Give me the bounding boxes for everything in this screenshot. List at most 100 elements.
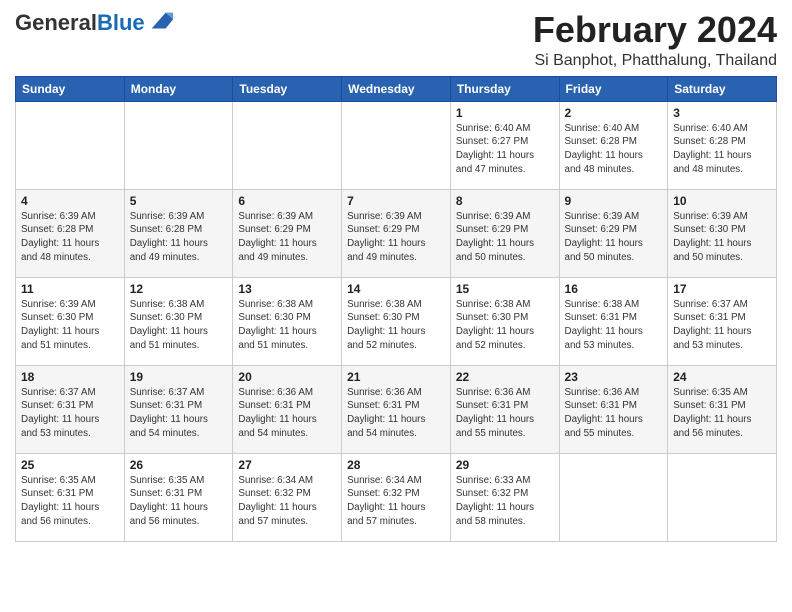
day-number: 5	[130, 194, 228, 208]
calendar-cell: 9 Sunrise: 6:39 AM Sunset: 6:29 PM Daylig…	[559, 189, 668, 277]
day-number: 17	[673, 282, 771, 296]
day-info: Sunrise: 6:39 AM Sunset: 6:28 PM Dayligh…	[21, 210, 119, 265]
calendar-cell: 22 Sunrise: 6:36 AM Sunset: 6:31 PM Dayli…	[450, 365, 559, 453]
day-number: 3	[673, 106, 771, 120]
calendar-cell: 27Sunrise: 6:34 AM Sunset: 6:32 PM Dayli…	[233, 453, 342, 541]
day-number: 23	[565, 370, 663, 384]
calendar-cell: 12 Sunrise: 6:38 AM Sunset: 6:30 PM Dayli…	[124, 277, 233, 365]
calendar-table: SundayMondayTuesdayWednesdayThursdayFrid…	[15, 76, 777, 542]
calendar-cell	[16, 101, 125, 189]
logo-text: GeneralBlue	[15, 10, 175, 36]
weekday-header: Wednesday	[342, 76, 451, 101]
logo-general: General	[15, 10, 97, 35]
day-number: 14	[347, 282, 445, 296]
day-info: Sunrise: 6:38 AM Sunset: 6:31 PM Dayligh…	[565, 298, 663, 353]
day-number: 1	[456, 106, 554, 120]
weekday-header: Saturday	[668, 76, 777, 101]
day-number: 12	[130, 282, 228, 296]
day-number: 20	[238, 370, 336, 384]
calendar-cell: 2 Sunrise: 6:40 AM Sunset: 6:28 PM Daylig…	[559, 101, 668, 189]
calendar-week-row: 1 Sunrise: 6:40 AM Sunset: 6:27 PM Daylig…	[16, 101, 777, 189]
title-area: February 2024 Si Banphot, Phatthalung, T…	[533, 10, 777, 70]
calendar-cell: 8 Sunrise: 6:39 AM Sunset: 6:29 PM Daylig…	[450, 189, 559, 277]
day-info: Sunrise: 6:38 AM Sunset: 6:30 PM Dayligh…	[238, 298, 336, 353]
day-number: 13	[238, 282, 336, 296]
calendar-cell: 7Sunrise: 6:39 AM Sunset: 6:29 PM Daylig…	[342, 189, 451, 277]
weekday-header: Tuesday	[233, 76, 342, 101]
day-number: 16	[565, 282, 663, 296]
logo-blue: Blue	[97, 10, 145, 35]
day-info: Sunrise: 6:39 AM Sunset: 6:29 PM Dayligh…	[347, 210, 445, 265]
calendar-cell: 25 Sunrise: 6:35 AM Sunset: 6:31 PM Dayli…	[16, 453, 125, 541]
weekday-header: Monday	[124, 76, 233, 101]
calendar-cell	[668, 453, 777, 541]
calendar-cell: 23Sunrise: 6:36 AM Sunset: 6:31 PM Dayli…	[559, 365, 668, 453]
day-number: 21	[347, 370, 445, 384]
day-info: Sunrise: 6:34 AM Sunset: 6:32 PM Dayligh…	[347, 474, 445, 529]
calendar-cell: 21Sunrise: 6:36 AM Sunset: 6:31 PM Dayli…	[342, 365, 451, 453]
calendar-cell: 19 Sunrise: 6:37 AM Sunset: 6:31 PM Dayli…	[124, 365, 233, 453]
day-number: 22	[456, 370, 554, 384]
calendar-cell: 13 Sunrise: 6:38 AM Sunset: 6:30 PM Dayli…	[233, 277, 342, 365]
weekday-header-row: SundayMondayTuesdayWednesdayThursdayFrid…	[16, 76, 777, 101]
day-info: Sunrise: 6:35 AM Sunset: 6:31 PM Dayligh…	[21, 474, 119, 529]
day-number: 18	[21, 370, 119, 384]
calendar-week-row: 11 Sunrise: 6:39 AM Sunset: 6:30 PM Dayli…	[16, 277, 777, 365]
day-info: Sunrise: 6:37 AM Sunset: 6:31 PM Dayligh…	[673, 298, 771, 353]
day-info: Sunrise: 6:36 AM Sunset: 6:31 PM Dayligh…	[238, 386, 336, 441]
day-info: Sunrise: 6:40 AM Sunset: 6:27 PM Dayligh…	[456, 122, 554, 177]
day-info: Sunrise: 6:39 AM Sunset: 6:30 PM Dayligh…	[673, 210, 771, 265]
calendar-cell: 6Sunrise: 6:39 AM Sunset: 6:29 PM Daylig…	[233, 189, 342, 277]
day-number: 2	[565, 106, 663, 120]
day-info: Sunrise: 6:39 AM Sunset: 6:28 PM Dayligh…	[130, 210, 228, 265]
day-number: 4	[21, 194, 119, 208]
day-number: 29	[456, 458, 554, 472]
calendar-cell: 15 Sunrise: 6:38 AM Sunset: 6:30 PM Dayli…	[450, 277, 559, 365]
calendar-cell: 4 Sunrise: 6:39 AM Sunset: 6:28 PM Daylig…	[16, 189, 125, 277]
day-info: Sunrise: 6:39 AM Sunset: 6:30 PM Dayligh…	[21, 298, 119, 353]
calendar-cell	[342, 101, 451, 189]
day-number: 11	[21, 282, 119, 296]
calendar-cell: 16 Sunrise: 6:38 AM Sunset: 6:31 PM Dayli…	[559, 277, 668, 365]
month-title: February 2024	[533, 10, 777, 50]
day-info: Sunrise: 6:39 AM Sunset: 6:29 PM Dayligh…	[456, 210, 554, 265]
calendar-cell: 5 Sunrise: 6:39 AM Sunset: 6:28 PM Daylig…	[124, 189, 233, 277]
day-info: Sunrise: 6:40 AM Sunset: 6:28 PM Dayligh…	[565, 122, 663, 177]
day-info: Sunrise: 6:38 AM Sunset: 6:30 PM Dayligh…	[456, 298, 554, 353]
calendar-week-row: 18 Sunrise: 6:37 AM Sunset: 6:31 PM Dayli…	[16, 365, 777, 453]
location-title: Si Banphot, Phatthalung, Thailand	[533, 52, 777, 70]
day-info: Sunrise: 6:33 AM Sunset: 6:32 PM Dayligh…	[456, 474, 554, 529]
day-number: 15	[456, 282, 554, 296]
day-number: 10	[673, 194, 771, 208]
calendar-cell: 10 Sunrise: 6:39 AM Sunset: 6:30 PM Dayli…	[668, 189, 777, 277]
day-info: Sunrise: 6:39 AM Sunset: 6:29 PM Dayligh…	[238, 210, 336, 265]
calendar-cell: 14 Sunrise: 6:38 AM Sunset: 6:30 PM Dayli…	[342, 277, 451, 365]
day-info: Sunrise: 6:35 AM Sunset: 6:31 PM Dayligh…	[130, 474, 228, 529]
page-header: GeneralBlue February 2024 Si Banphot, Ph…	[15, 10, 777, 70]
day-info: Sunrise: 6:37 AM Sunset: 6:31 PM Dayligh…	[130, 386, 228, 441]
calendar-cell: 26Sunrise: 6:35 AM Sunset: 6:31 PM Dayli…	[124, 453, 233, 541]
calendar-cell: 20 Sunrise: 6:36 AM Sunset: 6:31 PM Dayli…	[233, 365, 342, 453]
day-number: 28	[347, 458, 445, 472]
day-info: Sunrise: 6:39 AM Sunset: 6:29 PM Dayligh…	[565, 210, 663, 265]
day-info: Sunrise: 6:34 AM Sunset: 6:32 PM Dayligh…	[238, 474, 336, 529]
calendar-cell: 29 Sunrise: 6:33 AM Sunset: 6:32 PM Dayli…	[450, 453, 559, 541]
day-info: Sunrise: 6:38 AM Sunset: 6:30 PM Dayligh…	[130, 298, 228, 353]
calendar-week-row: 4 Sunrise: 6:39 AM Sunset: 6:28 PM Daylig…	[16, 189, 777, 277]
day-number: 8	[456, 194, 554, 208]
day-info: Sunrise: 6:36 AM Sunset: 6:31 PM Dayligh…	[456, 386, 554, 441]
weekday-header: Thursday	[450, 76, 559, 101]
calendar-week-row: 25 Sunrise: 6:35 AM Sunset: 6:31 PM Dayli…	[16, 453, 777, 541]
calendar-cell: 3Sunrise: 6:40 AM Sunset: 6:28 PM Daylig…	[668, 101, 777, 189]
calendar-cell	[124, 101, 233, 189]
logo-icon	[147, 8, 175, 36]
day-number: 25	[21, 458, 119, 472]
calendar-cell	[559, 453, 668, 541]
calendar-cell	[233, 101, 342, 189]
weekday-header: Sunday	[16, 76, 125, 101]
day-info: Sunrise: 6:37 AM Sunset: 6:31 PM Dayligh…	[21, 386, 119, 441]
calendar-cell: 28 Sunrise: 6:34 AM Sunset: 6:32 PM Dayli…	[342, 453, 451, 541]
day-info: Sunrise: 6:38 AM Sunset: 6:30 PM Dayligh…	[347, 298, 445, 353]
day-number: 9	[565, 194, 663, 208]
day-number: 19	[130, 370, 228, 384]
